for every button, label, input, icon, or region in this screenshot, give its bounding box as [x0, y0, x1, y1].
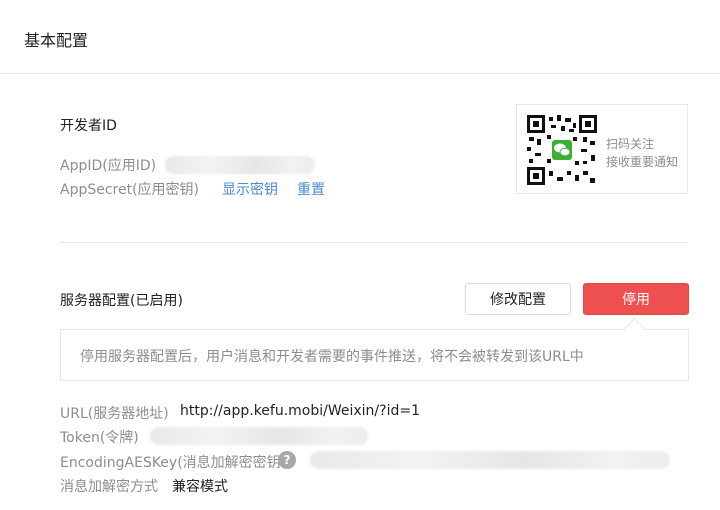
appsecret-label: AppSecret(应用密钥): [60, 182, 200, 198]
encryption-mode-value: 兼容模式: [172, 479, 228, 495]
help-icon[interactable]: ?: [278, 451, 296, 469]
developer-id-heading: 开发者ID: [60, 118, 117, 134]
url-value: http://app.kefu.mobi/Weixin/?id=1: [180, 403, 420, 419]
qr-code-icon: [527, 115, 597, 185]
modify-config-button[interactable]: 修改配置: [465, 283, 571, 315]
title-divider: [0, 73, 720, 74]
disable-button[interactable]: 停用: [583, 283, 689, 315]
qr-code-box: 扫码关注 接收重要通知: [516, 104, 688, 194]
disable-notice-box: 停用服务器配置后，用户消息和开发者需要的事件推送，将不会被转发到该URL中: [60, 329, 689, 381]
qr-caption-line2: 接收重要通知: [606, 155, 679, 169]
qr-caption-line1: 扫码关注: [606, 137, 655, 151]
url-label: URL(服务器地址): [60, 406, 169, 422]
server-config-heading: 服务器配置(已启用): [60, 293, 183, 309]
aes-key-blurred-value: [310, 451, 670, 469]
appid-blurred-value: [165, 156, 315, 174]
show-secret-link[interactable]: 显示密钥: [222, 179, 278, 199]
reset-secret-link[interactable]: 重置: [297, 179, 325, 199]
token-label: Token(令牌): [60, 430, 139, 446]
encryption-mode-label: 消息加解密方式: [60, 479, 158, 495]
token-blurred-value: [150, 427, 368, 445]
appid-label: AppID(应用ID): [60, 158, 157, 174]
page-title: 基本配置: [24, 31, 89, 50]
section-divider: [60, 242, 688, 243]
disable-notice-text: 停用服务器配置后，用户消息和开发者需要的事件推送，将不会被转发到该URL中: [80, 349, 584, 365]
aes-key-label: EncodingAESKey(消息加解密密钥: [60, 455, 281, 471]
